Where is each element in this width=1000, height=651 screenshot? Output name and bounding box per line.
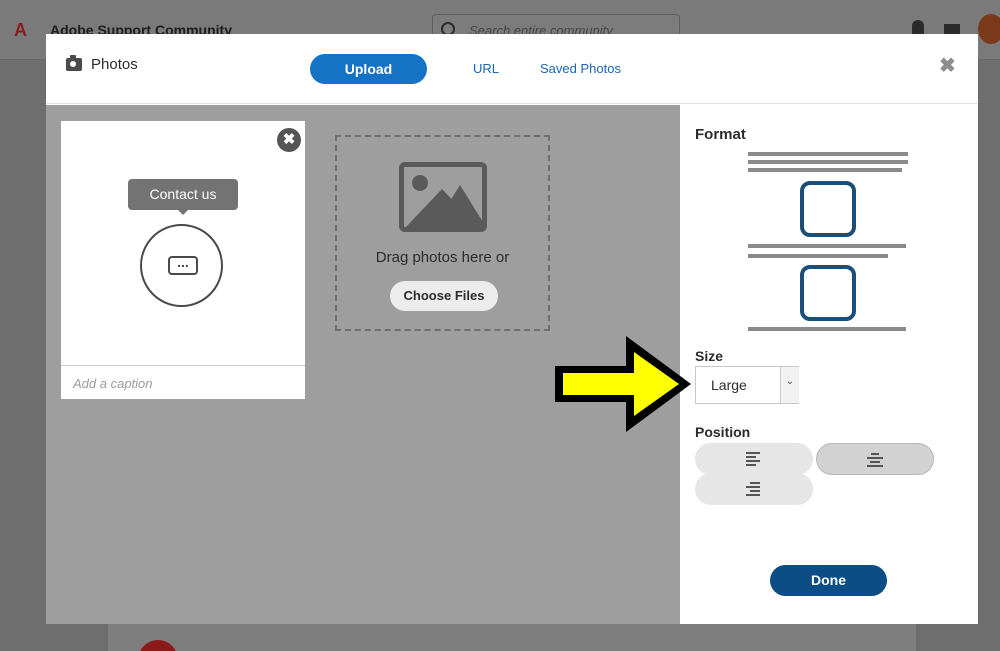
settings-panel: Format Size Large ⌄ Position Done — [680, 105, 978, 624]
chat-bubble-icon: ... — [168, 255, 198, 275]
annotation-arrow-icon — [555, 336, 691, 432]
position-center-button[interactable] — [816, 443, 934, 475]
drag-instructions: Drag photos here or — [375, 249, 510, 266]
chat-circle: ... — [140, 224, 223, 307]
done-button[interactable]: Done — [770, 565, 887, 596]
format-layout-icon[interactable] — [748, 150, 910, 335]
background-content — [108, 624, 916, 651]
adobe-logo-icon: A — [14, 20, 27, 40]
tab-saved-photos[interactable]: Saved Photos — [540, 61, 621, 76]
position-right-button[interactable] — [695, 473, 813, 505]
modal-header: Photos Upload URL Saved Photos ✖ — [46, 34, 978, 104]
image-icon — [399, 162, 487, 232]
caption-input[interactable]: Add a caption — [61, 368, 305, 399]
drop-zone[interactable]: Drag photos here or Choose Files — [335, 135, 550, 331]
align-left-icon — [746, 452, 762, 466]
remove-photo-icon[interactable]: ✖ — [277, 128, 301, 152]
choose-files-button[interactable]: Choose Files — [390, 281, 498, 311]
photo-card: ✖ Contact us ... Add a caption — [61, 121, 305, 399]
photos-modal: Photos Upload URL Saved Photos ✖ ✖ Conta… — [46, 34, 978, 624]
tab-url[interactable]: URL — [473, 61, 499, 76]
chevron-down-icon: ⌄ — [780, 367, 799, 403]
format-label: Format — [695, 126, 746, 143]
position-label: Position — [695, 424, 751, 440]
position-left-button[interactable] — [695, 443, 813, 475]
size-label: Size — [695, 348, 724, 364]
size-selected-value: Large — [711, 377, 747, 393]
user-avatar[interactable] — [978, 14, 1000, 44]
tab-upload[interactable]: Upload — [310, 54, 427, 84]
modal-title: Photos — [91, 56, 138, 73]
camera-icon — [66, 55, 82, 71]
close-icon[interactable]: ✖ — [939, 56, 956, 76]
align-center-icon — [867, 453, 883, 467]
size-select[interactable]: Large ⌄ — [695, 366, 799, 404]
align-right-icon — [746, 482, 762, 496]
contact-tooltip: Contact us — [128, 179, 238, 215]
photo-preview: ✖ Contact us ... — [61, 121, 305, 366]
